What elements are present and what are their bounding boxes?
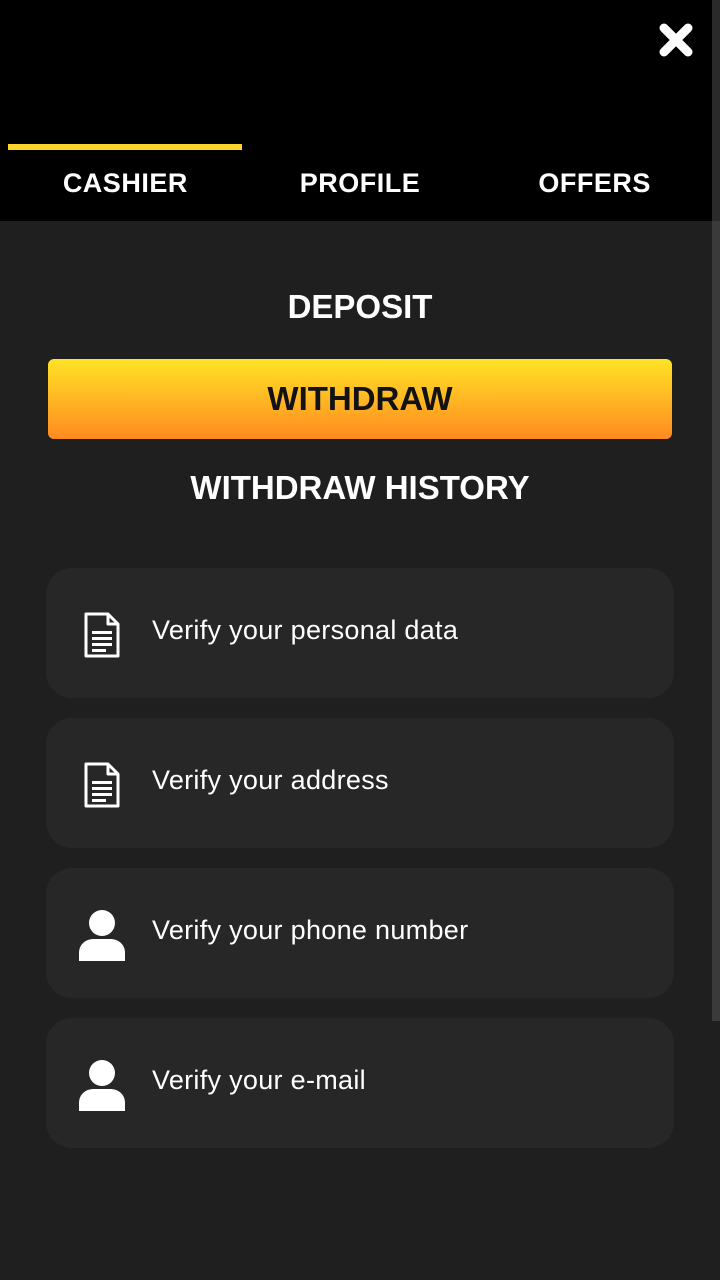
tab-cashier-label: CASHIER	[62, 168, 188, 198]
verify-phone-item[interactable]: Verify your phone number	[46, 868, 674, 998]
withdraw-button-label: WITHDRAW	[267, 380, 453, 417]
tab-profile-label: PROFILE	[299, 168, 421, 198]
close-button[interactable]	[648, 12, 704, 68]
tab-profile[interactable]: PROFILE	[243, 144, 478, 221]
tab-bar: CASHIER PROFILE OFFERS	[8, 144, 712, 221]
scrollbar-track	[712, 0, 720, 221]
verify-personal-data-item[interactable]: Verify your personal data	[46, 568, 674, 698]
cashier-screen: CASHIER PROFILE OFFERS DEPOSIT WITHDRAW …	[0, 0, 720, 1280]
top-bar: CASHIER PROFILE OFFERS	[0, 0, 712, 221]
user-icon	[78, 909, 126, 961]
deposit-link[interactable]: DEPOSIT	[48, 288, 672, 326]
verify-phone-label: Verify your phone number	[152, 915, 469, 945]
user-icon	[78, 1059, 126, 1111]
close-icon	[659, 23, 693, 57]
scrollbar-thumb[interactable]	[712, 221, 720, 1021]
verify-address-label: Verify your address	[152, 765, 389, 795]
withdraw-button[interactable]: WITHDRAW	[48, 359, 672, 439]
tab-offers[interactable]: OFFERS	[477, 144, 712, 221]
verification-list: Verify your personal data Verify your ad…	[46, 568, 674, 1168]
verify-personal-data-label: Verify your personal data	[152, 615, 459, 645]
withdraw-history-link[interactable]: WITHDRAW HISTORY	[48, 469, 672, 507]
tab-cashier[interactable]: CASHIER	[8, 144, 243, 221]
verify-address-item[interactable]: Verify your address	[46, 718, 674, 848]
document-icon	[78, 759, 126, 811]
tab-offers-label: OFFERS	[538, 168, 651, 198]
document-icon	[78, 609, 126, 661]
verify-email-item[interactable]: Verify your e-mail	[46, 1018, 674, 1148]
verify-email-label: Verify your e-mail	[152, 1065, 366, 1095]
